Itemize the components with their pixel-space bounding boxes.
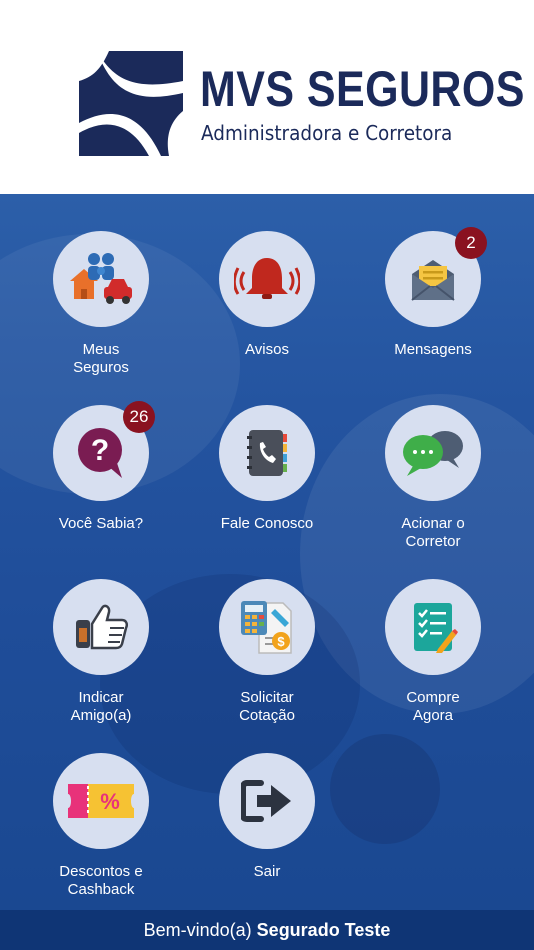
- thumbs-up-icon: [76, 604, 128, 650]
- menu-item-indicar-amigo[interactable]: Indicar Amigo(a): [26, 579, 176, 725]
- menu-area: Meus Seguros Avisos 2 Mensagens ? 26 Voc…: [0, 194, 534, 910]
- welcome-footer: Bem-vindo(a) Segurado Teste: [0, 910, 534, 950]
- app-header: MVS SEGUROS Administradora e Corretora: [0, 0, 534, 194]
- menu-item-circle: $: [219, 579, 315, 675]
- menu-item-circle: [53, 231, 149, 327]
- menu-item-circle: [385, 405, 481, 501]
- menu-item-fale-conosco[interactable]: Fale Conosco: [192, 405, 342, 533]
- exit-arrow-icon: [241, 780, 291, 822]
- menu-item-circle: %: [53, 753, 149, 849]
- notification-badge: 26: [123, 401, 155, 433]
- brand-title: MVS SEGUROS: [200, 61, 525, 117]
- menu-item-meus-seguros[interactable]: Meus Seguros: [26, 231, 176, 377]
- notification-badge: 2: [455, 227, 487, 259]
- svg-text:$: $: [277, 634, 285, 649]
- calculator-quote-icon: $: [241, 601, 292, 654]
- menu-item-solicitar-cotacao[interactable]: $ Solicitar Cotação: [192, 579, 342, 725]
- menu-item-descontos-cashback[interactable]: % Descontos e Cashback: [26, 753, 176, 899]
- svg-text:?: ?: [91, 434, 109, 467]
- label-line: Avisos: [245, 341, 289, 358]
- label-line: Meus: [82, 341, 120, 358]
- menu-item-avisos[interactable]: Avisos: [192, 231, 342, 359]
- label-line: Sair: [253, 863, 281, 880]
- menu-item-acionar-corretor[interactable]: Acionar o Corretor: [358, 405, 508, 551]
- discount-ticket-icon: %: [68, 784, 134, 818]
- menu-item-label: Descontos e Cashback: [26, 863, 176, 899]
- label-line: Acionar o: [401, 515, 465, 532]
- menu-item-sair[interactable]: Sair: [192, 753, 342, 881]
- menu-item-label: Compre Agora: [358, 689, 508, 725]
- label-line: Seguros: [73, 359, 129, 376]
- label-line: Solicitar: [240, 689, 294, 706]
- bell-alarm-icon: [234, 258, 300, 299]
- background-blur-shape: [330, 734, 440, 844]
- menu-item-circle: ? 26: [53, 401, 155, 501]
- menu-item-compre-agora[interactable]: Compre Agora: [358, 579, 508, 725]
- svg-text:%: %: [100, 789, 120, 814]
- menu-item-label: Meus Seguros: [26, 341, 176, 377]
- menu-item-label: Avisos: [192, 341, 342, 359]
- label-line: Amigo(a): [70, 707, 132, 724]
- menu-item-voce-sabia[interactable]: ? 26 Você Sabia?: [26, 401, 176, 533]
- menu-item-mensagens[interactable]: 2 Mensagens: [358, 227, 508, 359]
- label-line: Mensagens: [394, 341, 472, 358]
- phone-book-icon: [247, 430, 287, 476]
- menu-item-circle: 2: [385, 227, 487, 327]
- label-line: Indicar: [78, 689, 124, 706]
- menu-item-label: Indicar Amigo(a): [26, 689, 176, 725]
- menu-item-circle: [385, 579, 481, 675]
- menu-item-label: Solicitar Cotação: [192, 689, 342, 725]
- menu-item-label: Acionar o Corretor: [358, 515, 508, 551]
- menu-item-circle: [219, 753, 315, 849]
- label-line: Agora: [412, 707, 454, 724]
- menu-item-circle: [219, 231, 315, 327]
- checklist-icon: [414, 603, 458, 653]
- label-line: Fale Conosco: [220, 515, 314, 532]
- label-line: Compre: [406, 689, 460, 706]
- menu-item-label: Sair: [192, 863, 342, 881]
- envelope-icon: [411, 260, 455, 301]
- chat-bubbles-icon: [403, 431, 463, 476]
- label-line: Descontos e: [59, 863, 143, 880]
- brand-subtitle: Administradora e Corretora: [201, 121, 453, 145]
- label-line: Corretor: [405, 533, 461, 550]
- menu-item-circle: [53, 579, 149, 675]
- label-line: Cashback: [67, 881, 135, 898]
- menu-item-label: Você Sabia?: [26, 515, 176, 533]
- label-line: Você Sabia?: [58, 515, 144, 532]
- question-bubble-icon: ?: [78, 428, 122, 478]
- menu-item-label: Mensagens: [358, 341, 508, 359]
- user-name: Segurado Teste: [256, 920, 391, 940]
- menu-item-circle: [219, 405, 315, 501]
- label-line: Cotação: [239, 707, 295, 724]
- menu-item-label: Fale Conosco: [192, 515, 342, 533]
- mvs-logo-icon: [79, 51, 183, 156]
- family-house-car-icon: [70, 253, 132, 304]
- greeting-text: Bem-vindo(a): [143, 920, 257, 940]
